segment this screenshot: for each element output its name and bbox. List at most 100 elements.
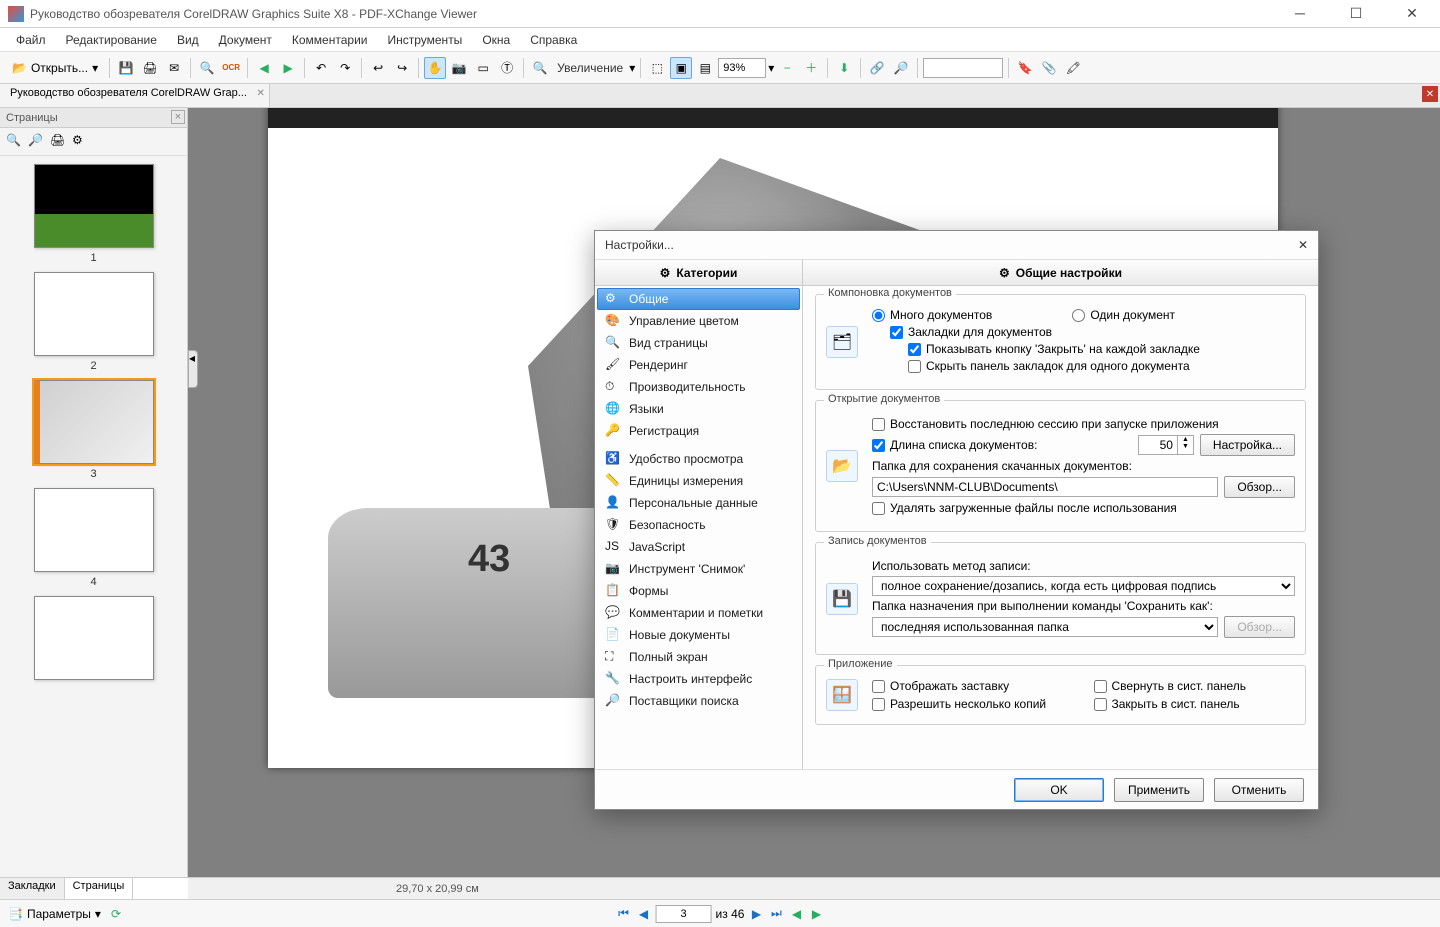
configure-button[interactable]: Настройка... <box>1200 434 1295 456</box>
radio-multi-docs[interactable]: Много документов <box>872 308 992 322</box>
download-folder-input[interactable] <box>872 477 1218 497</box>
attach-tool-button[interactable]: 📎 <box>1038 57 1060 79</box>
thumbnail-page[interactable] <box>34 596 154 680</box>
category-units[interactable]: 📏Единицы измерения <box>597 470 800 492</box>
chevron-down-icon[interactable]: ▾ <box>629 61 635 75</box>
fit-page-button[interactable]: ▣ <box>670 57 692 79</box>
category-customize-ui[interactable]: 🔧Настроить интерфейс <box>597 668 800 690</box>
close-button[interactable]: ✕ <box>1392 5 1432 22</box>
category-page-view[interactable]: 🔍Вид страницы <box>597 332 800 354</box>
checkbox-doc-tabs[interactable]: Закладки для документов <box>890 325 1052 339</box>
menu-windows[interactable]: Окна <box>474 31 518 49</box>
thumbnail-page[interactable]: 3 <box>34 380 154 480</box>
zoom-out-thumb-icon[interactable]: 🔎 <box>28 133 46 151</box>
first-page-button[interactable]: ⏮ <box>616 906 632 922</box>
redo-button[interactable]: ↪ <box>391 57 413 79</box>
list-length-input[interactable] <box>1138 435 1178 455</box>
link-tool-button[interactable]: 🔗 <box>866 57 888 79</box>
category-forms[interactable]: 📋Формы <box>597 580 800 602</box>
category-fullscreen[interactable]: ⛶Полный экран <box>597 646 800 668</box>
menu-view[interactable]: Вид <box>169 31 207 49</box>
thumbnail-page[interactable]: 1 <box>34 164 154 264</box>
zoom-in-thumb-icon[interactable]: 🔍 <box>6 133 24 151</box>
category-languages[interactable]: 🌐Языки <box>597 398 800 420</box>
highlight-tool-button[interactable]: 🖍 <box>1062 57 1084 79</box>
select-tool-button[interactable]: ▭ <box>472 57 494 79</box>
category-rendering[interactable]: 🖌Рендеринг <box>597 354 800 376</box>
tab-pages[interactable]: Страницы <box>65 878 134 899</box>
thumbnail-page[interactable]: 4 <box>34 488 154 588</box>
thumbnail-page[interactable]: 2 <box>34 272 154 372</box>
close-panel-icon[interactable]: × <box>171 110 185 124</box>
quick-find-input[interactable] <box>923 58 1003 78</box>
open-button[interactable]: 📂 Открыть... ▾ <box>6 59 104 77</box>
category-accessibility[interactable]: ♿Удобство просмотра <box>597 448 800 470</box>
close-tab-icon[interactable]: ✕ <box>257 88 265 99</box>
menu-comments[interactable]: Комментарии <box>284 31 376 49</box>
find-button[interactable]: 🔍 <box>196 57 218 79</box>
zoom-input[interactable] <box>718 58 766 78</box>
document-tab[interactable]: Руководство обозревателя CorelDRAW Grap.… <box>0 84 270 107</box>
next-page-button[interactable]: ▶ <box>748 906 764 922</box>
options-thumb-icon[interactable]: ⚙ <box>72 133 90 151</box>
category-personal[interactable]: 👤Персональные данные <box>597 492 800 514</box>
refresh-icon[interactable]: ⟳ <box>111 907 121 921</box>
nav-forward-button[interactable]: ▶ <box>277 57 299 79</box>
checkbox-minimize-tray[interactable]: Свернуть в сист. панель <box>1094 679 1296 693</box>
fit-width-button[interactable]: ▤ <box>694 57 716 79</box>
category-comments[interactable]: 💬Комментарии и пометки <box>597 602 800 624</box>
category-general[interactable]: ⚙Общие <box>597 288 800 310</box>
checkbox-restore-session[interactable]: Восстановить последнюю сессию при запуск… <box>872 417 1219 431</box>
checkbox-delete-after-use[interactable]: Удалять загруженные файлы после использо… <box>872 501 1177 515</box>
actual-size-button[interactable]: ⬚ <box>646 57 668 79</box>
ok-button[interactable]: OK <box>1014 778 1104 802</box>
checkbox-hide-single-tab[interactable]: Скрыть панель закладок для одного докуме… <box>908 359 1190 373</box>
print-button[interactable]: 🖨 <box>139 57 161 79</box>
checkbox-show-close[interactable]: Показывать кнопку 'Закрыть' на каждой за… <box>908 342 1200 356</box>
category-registration[interactable]: 🔑Регистрация <box>597 420 800 442</box>
loupe-button[interactable]: 🔍 <box>529 57 551 79</box>
category-performance[interactable]: ⏱Производительность <box>597 376 800 398</box>
rotate-cw-button[interactable]: ↷ <box>334 57 356 79</box>
stamp-tool-button[interactable]: 🔖 <box>1014 57 1036 79</box>
category-search-providers[interactable]: 🔎Поставщики поиска <box>597 690 800 712</box>
email-button[interactable]: ✉ <box>163 57 185 79</box>
tab-bookmarks[interactable]: Закладки <box>0 878 65 899</box>
checkbox-splash[interactable]: Отображать заставку <box>872 679 1074 693</box>
category-javascript[interactable]: JSJavaScript <box>597 536 800 558</box>
menu-document[interactable]: Документ <box>211 31 280 49</box>
close-all-tabs-button[interactable]: ✕ <box>1422 86 1438 102</box>
panel-splitter[interactable]: ◂ <box>188 350 198 388</box>
print-thumb-icon[interactable]: 🖨 <box>50 133 68 151</box>
checkbox-list-length[interactable]: Длина списка документов: <box>872 438 1037 452</box>
export-button[interactable]: ⬇ <box>833 57 855 79</box>
last-page-button[interactable]: ⏭ <box>768 906 784 922</box>
rotate-ccw-button[interactable]: ↶ <box>310 57 332 79</box>
parameters-dropdown[interactable]: 📑 Параметры ▾ <box>8 907 101 921</box>
apply-button[interactable]: Применить <box>1114 778 1204 802</box>
category-color-management[interactable]: 🎨Управление цветом <box>597 310 800 332</box>
snapshot-tool-button[interactable]: 📷 <box>448 57 470 79</box>
chevron-down-icon[interactable]: ▾ <box>768 61 774 75</box>
save-button[interactable]: 💾 <box>115 57 137 79</box>
menu-tools[interactable]: Инструменты <box>379 31 470 49</box>
menu-help[interactable]: Справка <box>522 31 585 49</box>
undo-button[interactable]: ↩ <box>367 57 389 79</box>
cancel-button[interactable]: Отменить <box>1214 778 1304 802</box>
minimize-button[interactable]: ─ <box>1280 5 1320 22</box>
text-select-button[interactable]: Ⓣ <box>496 57 518 79</box>
save-method-select[interactable]: полное сохранение/дозапись, когда есть ц… <box>872 576 1295 596</box>
maximize-button[interactable]: ☐ <box>1336 5 1376 22</box>
checkbox-close-tray[interactable]: Закрыть в сист. панель <box>1094 697 1296 711</box>
menu-file[interactable]: Файл <box>8 31 54 49</box>
category-new-docs[interactable]: 📄Новые документы <box>597 624 800 646</box>
radio-single-doc[interactable]: Один документ <box>1072 308 1175 322</box>
zoom-in-button[interactable]: ＋ <box>800 57 822 79</box>
menu-edit[interactable]: Редактирование <box>58 31 165 49</box>
ocr-button[interactable]: OCR <box>220 57 242 79</box>
browse-download-button[interactable]: Обзор... <box>1224 476 1295 498</box>
nav-fwd-small[interactable]: ▶ <box>808 906 824 922</box>
category-snapshot[interactable]: 📷Инструмент 'Снимок' <box>597 558 800 580</box>
nav-back-button[interactable]: ◀ <box>253 57 275 79</box>
prev-page-button[interactable]: ◀ <box>636 906 652 922</box>
